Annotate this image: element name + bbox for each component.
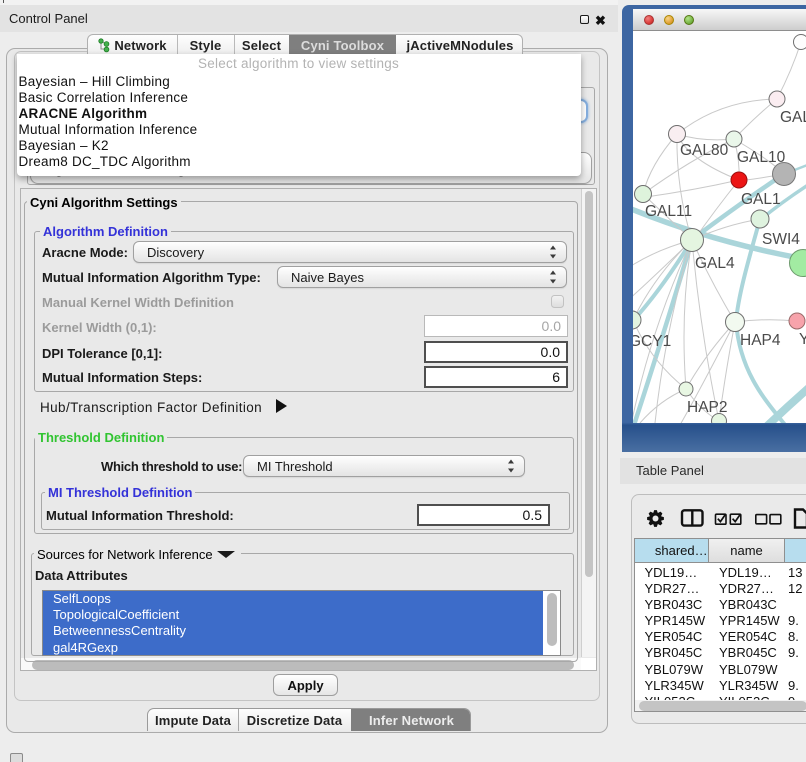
svg-text:GAL4: GAL4 [695,255,735,272]
svg-text:GAL11: GAL11 [645,203,692,220]
svg-text:HAP2: HAP2 [687,399,728,416]
svg-text:SWI4: SWI4 [762,231,800,248]
svg-text:GCY1: GCY1 [633,333,671,350]
svg-text:GAL2: GAL2 [780,109,806,126]
svg-text:HAP4: HAP4 [740,332,781,349]
svg-text:Y: Y [799,331,806,348]
svg-text:GAL10: GAL10 [737,149,786,166]
svg-text:GAL1: GAL1 [741,191,781,208]
svg-text:GAL80: GAL80 [680,142,729,159]
